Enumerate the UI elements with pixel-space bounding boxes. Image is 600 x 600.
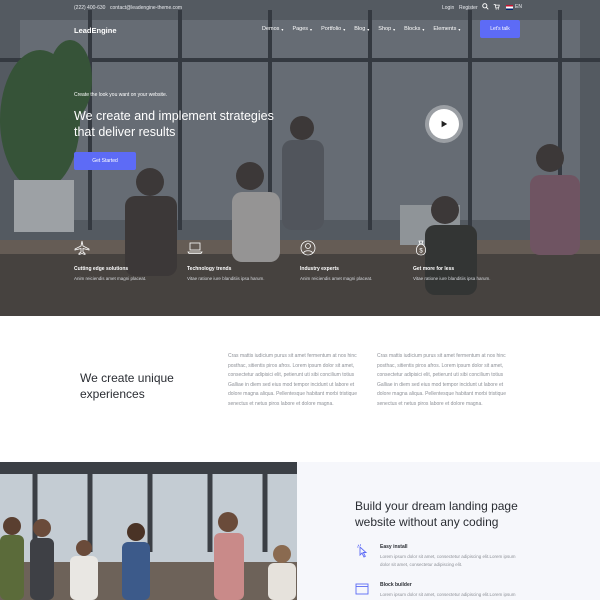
flag-icon <box>506 4 513 10</box>
nav-item-blocks[interactable]: Blocks ▾ <box>404 26 424 32</box>
login-link[interactable]: Login <box>442 5 454 11</box>
nav-item-pages[interactable]: Pages ▾ <box>292 26 312 32</box>
nav-label: Portfolio <box>321 26 342 32</box>
hero-features: Cutting edge solutions Anim reiciendis a… <box>74 240 534 290</box>
feature-title: Technology trends <box>187 266 232 272</box>
feature-item: Cutting edge solutions Anim reiciendis a… <box>74 240 179 281</box>
airplane-icon <box>74 240 90 256</box>
chevron-down-icon: ▾ <box>281 26 284 32</box>
nav-label: Demos <box>262 26 280 32</box>
chevron-down-icon: ▾ <box>310 26 313 32</box>
feature-text: Anim reiciendis amet magni placeat. <box>300 276 373 281</box>
cart-icon[interactable] <box>493 3 500 10</box>
about-section: We create unique experiences Cras mattis… <box>0 316 600 462</box>
build-title: Build your dream landing page website wi… <box>355 499 518 529</box>
language-selector[interactable]: EN <box>506 4 522 10</box>
nav-label: Blog <box>354 26 366 32</box>
nav-label: Shop <box>378 26 392 32</box>
feature-text: Anim reiciendis amet magni placeat. <box>74 276 147 281</box>
language-label: EN <box>515 4 522 10</box>
feature-title: Get more for less <box>413 266 455 272</box>
build-section: Build your dream landing page website wi… <box>0 462 600 600</box>
nav-item-demos[interactable]: Demos ▾ <box>262 26 283 32</box>
email-link[interactable]: contact@leadengine-theme.com <box>110 5 182 11</box>
feature-item: $ Get more for less Vitae ratione iure b… <box>413 240 518 281</box>
hero-subtitle: Create the look you want on your website… <box>74 92 168 98</box>
feature-title: Cutting edge solutions <box>74 266 129 272</box>
get-started-button[interactable]: Get Started <box>74 152 136 170</box>
chevron-down-icon: ▾ <box>343 26 346 32</box>
nav-item-shop[interactable]: Shop ▾ <box>378 26 395 32</box>
about-text-column-1: Cras mattis iudicium purus sit amet ferm… <box>228 353 357 407</box>
build-feature-title: Block builder <box>380 582 412 588</box>
nav-label: Pages <box>292 26 309 32</box>
laptop-icon <box>187 242 203 254</box>
nav-label: Elements <box>433 26 457 32</box>
nav-label: Blocks <box>404 26 421 32</box>
hero-section: (222) 400-630 contact@leadengine-theme.c… <box>0 0 600 316</box>
feature-title: Industry experts <box>300 266 339 272</box>
build-feature-text: Lorem ipsum dolor sit amet, consectetur … <box>380 592 516 597</box>
chevron-down-icon: ▾ <box>393 26 396 32</box>
chevron-down-icon: ▾ <box>422 26 425 32</box>
nav-menu: Demos ▾ Pages ▾ Portfolio ▾ Blog ▾ Shop ▾ Blo… <box>262 26 469 32</box>
team-photo <box>0 462 297 600</box>
team-photo-image <box>0 462 297 600</box>
search-icon[interactable] <box>482 3 489 10</box>
chevron-down-icon: ▾ <box>367 26 370 32</box>
feature-text: Vitae ratione iure blanditiis ipsa harum… <box>413 276 491 281</box>
top-bar: (222) 400-630 contact@leadengine-theme.c… <box>0 0 600 16</box>
feature-item: Industry experts Anim reiciendis amet ma… <box>300 240 405 281</box>
about-title: We create unique experiences <box>80 371 174 401</box>
chevron-down-icon: ▾ <box>458 26 461 32</box>
hero-title: We create and implement strategies that … <box>74 109 274 139</box>
build-feature-text: Lorem ipsum dolor sit amet, consectetur … <box>380 554 516 567</box>
money-bag-icon: $ <box>415 240 427 256</box>
play-button-inner <box>429 109 459 139</box>
site-logo[interactable]: LeadEngine <box>74 26 117 35</box>
video-play-button[interactable] <box>425 105 463 143</box>
user-icon <box>300 240 316 256</box>
main-navbar: LeadEngine Demos ▾ Pages ▾ Portfolio ▾ Blog… <box>0 18 600 42</box>
nav-item-blog[interactable]: Blog ▾ <box>354 26 369 32</box>
nav-item-portfolio[interactable]: Portfolio ▾ <box>321 26 345 32</box>
build-feature-title: Easy install <box>380 544 408 550</box>
about-text-column-2: Cras mattis iudicium purus sit amet ferm… <box>377 353 506 407</box>
nav-item-elements[interactable]: Elements ▾ <box>433 26 460 32</box>
pointer-click-icon <box>357 544 368 558</box>
lets-talk-button[interactable]: Let's talk <box>480 20 520 38</box>
svg-text:$: $ <box>419 249 423 255</box>
browser-window-icon <box>355 583 369 595</box>
phone-number[interactable]: (222) 400-630 <box>74 5 105 11</box>
feature-text: Vitae ratione iure blanditiis ipsa harum… <box>187 276 265 281</box>
register-link[interactable]: Register <box>459 5 478 11</box>
feature-item: Technology trends Vitae ratione iure bla… <box>187 240 292 281</box>
play-icon <box>441 120 448 128</box>
